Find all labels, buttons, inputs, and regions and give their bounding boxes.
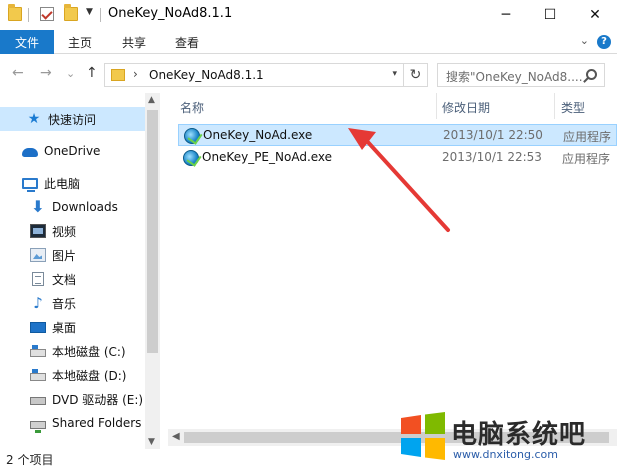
windows-logo-icon	[401, 412, 445, 460]
annotation-arrow-icon	[348, 128, 450, 232]
watermark-url: www.dnxitong.com	[453, 448, 558, 461]
watermark-title: 电脑系统吧	[451, 420, 587, 450]
item-count: 2 个项目	[6, 453, 54, 467]
